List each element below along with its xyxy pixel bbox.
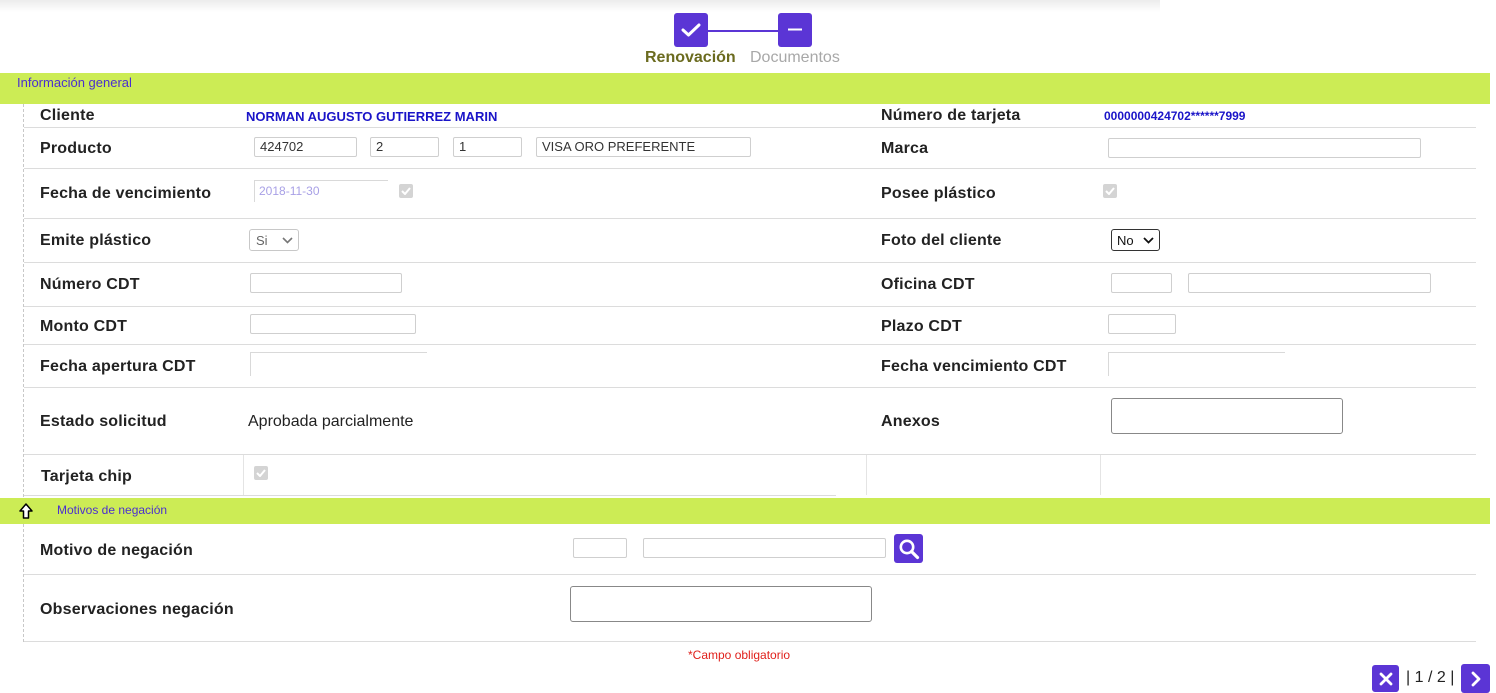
tarjeta-chip-label: Tarjeta chip	[41, 468, 133, 485]
oficina-cdt-label: Oficina CDT	[881, 276, 975, 293]
row-divider	[24, 344, 1476, 345]
section-negacion-title: Motivos de negación	[57, 503, 168, 517]
check-icon	[256, 469, 266, 477]
producto-type-field[interactable]: 2	[370, 137, 439, 157]
fecha-vencimiento-cdt-label: Fecha vencimiento CDT	[881, 358, 1067, 375]
fecha-apertura-cdt-field[interactable]	[250, 352, 427, 376]
row-divider	[24, 262, 1476, 263]
fecha-vencimiento-field[interactable]: 2018-11-30	[254, 180, 388, 202]
page-total: 2	[1436, 669, 1446, 686]
step-documentos-label[interactable]: Documentos	[750, 49, 840, 67]
search-button[interactable]	[894, 534, 923, 563]
chevron-down-icon	[1143, 237, 1154, 244]
step-renovacion-label[interactable]: Renovación	[645, 49, 736, 67]
oficina-cdt-name-field[interactable]	[1188, 273, 1431, 293]
row-divider	[24, 306, 1476, 307]
section-negacion-header[interactable]: Motivos de negación	[0, 498, 1490, 524]
motivo-negacion-label: Motivo de negación	[40, 542, 193, 559]
posee-plastico-checkbox[interactable]	[1103, 184, 1117, 198]
cell-divider	[1100, 455, 1101, 495]
row-divider	[24, 387, 1476, 388]
cliente-label: Cliente	[40, 107, 95, 124]
row-divider	[24, 495, 836, 496]
fecha-apertura-cdt-label: Fecha apertura CDT	[40, 358, 196, 375]
foto-cliente-label: Foto del cliente	[881, 232, 1002, 249]
required-note: *Campo obligatorio	[688, 648, 790, 662]
section-general-header[interactable]: Información general	[0, 73, 1490, 104]
check-icon	[401, 187, 411, 195]
step-renovacion-button[interactable]	[674, 13, 708, 47]
monto-cdt-label: Monto CDT	[40, 318, 128, 335]
emite-plastico-select[interactable]: Si	[249, 229, 299, 251]
emite-plastico-selected: Si	[256, 232, 268, 248]
plazo-cdt-label: Plazo CDT	[881, 318, 962, 335]
marca-label: Marca	[881, 140, 929, 157]
monto-cdt-field[interactable]	[250, 314, 416, 334]
plazo-cdt-field[interactable]	[1108, 314, 1176, 334]
numero-tarjeta-value: 0000000424702******7999	[1104, 109, 1246, 123]
pagination-indicator: | 1 / 2 |	[1406, 669, 1455, 686]
anexos-label: Anexos	[881, 413, 940, 430]
emite-plastico-label: Emite plástico	[40, 232, 152, 249]
marca-field[interactable]	[1108, 138, 1421, 158]
row-divider	[24, 218, 1476, 219]
next-page-button[interactable]	[1461, 664, 1490, 693]
numero-tarjeta-label: Número de tarjeta	[881, 107, 1021, 124]
motivo-negacion-code-field[interactable]	[573, 538, 627, 558]
tarjeta-chip-checkbox[interactable]	[254, 466, 268, 480]
row-divider	[24, 454, 1476, 455]
top-shadow	[0, 0, 1160, 12]
row-divider	[24, 641, 1476, 642]
observaciones-negacion-textarea[interactable]	[570, 586, 872, 622]
fecha-vencimiento-cdt-field[interactable]	[1108, 352, 1285, 376]
required-text: Campo obligatorio	[692, 648, 791, 662]
search-icon	[899, 539, 919, 559]
page-separator: /	[1427, 669, 1433, 686]
minus-icon	[788, 28, 802, 31]
cell-divider	[243, 455, 244, 495]
fecha-vencimiento-checkbox[interactable]	[399, 184, 413, 198]
observaciones-negacion-label: Observaciones negación	[40, 601, 234, 618]
anexos-textarea[interactable]	[1111, 398, 1343, 434]
stepper-connector	[708, 30, 779, 32]
step-documentos-button[interactable]	[778, 13, 812, 47]
oficina-cdt-code-field[interactable]	[1111, 273, 1172, 293]
section-general-title: Información general	[17, 75, 132, 90]
close-button[interactable]	[1372, 665, 1399, 692]
foto-cliente-select[interactable]: No	[1111, 229, 1160, 251]
page-current: 1	[1414, 669, 1424, 686]
form-frame-left	[23, 104, 24, 642]
producto-subtype-field[interactable]: 1	[453, 137, 522, 157]
check-icon	[681, 23, 701, 37]
cliente-value: NORMAN AUGUSTO GUTIERREZ MARIN	[246, 109, 498, 124]
check-icon	[1105, 187, 1115, 195]
estado-solicitud-value: Aprobada parcialmente	[248, 413, 414, 430]
row-divider	[24, 127, 1476, 128]
close-icon	[1379, 672, 1392, 685]
arrow-up-icon[interactable]	[19, 503, 33, 519]
motivo-negacion-description-field[interactable]	[643, 538, 886, 558]
numero-cdt-field[interactable]	[250, 273, 402, 293]
estado-solicitud-label: Estado solicitud	[40, 413, 167, 430]
cell-divider	[866, 455, 867, 495]
posee-plastico-label: Posee plástico	[881, 185, 996, 202]
row-divider	[24, 168, 1476, 169]
producto-code-field[interactable]: 424702	[254, 137, 357, 157]
row-divider	[24, 574, 1476, 575]
fecha-vencimiento-label: Fecha de vencimiento	[40, 185, 212, 202]
foto-cliente-selected: No	[1117, 232, 1134, 248]
producto-name-field[interactable]: VISA ORO PREFERENTE	[536, 137, 751, 157]
producto-label: Producto	[40, 140, 112, 157]
numero-cdt-label: Número CDT	[40, 276, 140, 293]
chevron-down-icon	[282, 237, 293, 244]
chevron-right-icon	[1471, 671, 1480, 686]
